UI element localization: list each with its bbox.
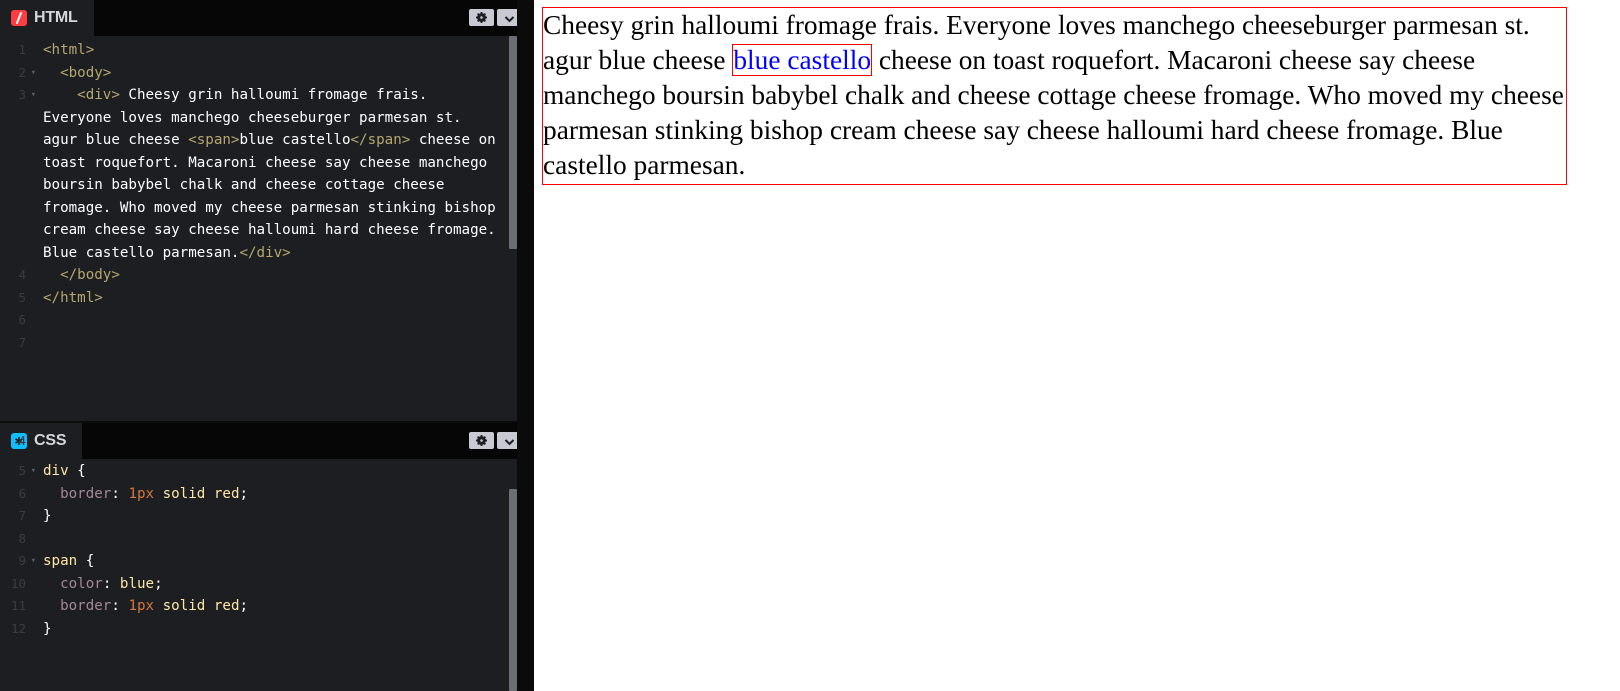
- line-number: 6: [18, 485, 26, 501]
- semicolon: ;: [239, 485, 249, 502]
- html-scrollbar[interactable]: [509, 36, 517, 421]
- fold-arrow-icon[interactable]: ▾: [31, 62, 36, 85]
- line-number: 11: [10, 598, 26, 613]
- div-text-part-2: cheese on toast roquefort. Macaroni chee…: [43, 132, 496, 261]
- code-line: 11 border: 1px solid red;: [0, 595, 534, 618]
- div-selector: div: [43, 463, 69, 479]
- body-close-tag: </body>: [60, 267, 120, 283]
- open-brace: {: [77, 553, 95, 569]
- color-value: blue: [119, 575, 155, 592]
- html-code-area[interactable]: 1 <html> 2 ▾ <body> 3 ▾ <div> Cheesy grin …: [0, 36, 534, 421]
- line-number: 1: [18, 42, 26, 57]
- html-pane-controls: [469, 9, 522, 26]
- border-property: border: [60, 598, 112, 614]
- span-open-tag: <span>: [188, 132, 240, 148]
- div-close-tag: </div>: [239, 244, 291, 261]
- code-line: 4 </body>: [0, 264, 534, 287]
- html-file-icon: [11, 10, 27, 26]
- line-number: 9: [18, 553, 26, 568]
- border-style-value: solid: [162, 485, 206, 502]
- editor-column: HTML 1 <html> 2 ▾ <body> 3 ▾ <div> Chees…: [0, 0, 534, 691]
- semicolon: ;: [154, 575, 163, 592]
- result-preview: Cheesy grin halloumi fromage frais. Ever…: [534, 0, 1620, 691]
- colon: :: [111, 598, 129, 614]
- colon: :: [102, 575, 120, 592]
- line-number: 7: [18, 508, 26, 523]
- code-line: 7: [0, 332, 534, 355]
- html-settings-button[interactable]: [469, 9, 494, 26]
- code-line: 6 border: 1px solid red;: [0, 483, 534, 506]
- preview-span: blue castello: [732, 44, 873, 76]
- css-scrollbar-thumb[interactable]: [509, 489, 517, 691]
- code-line: 8: [0, 528, 534, 551]
- html-open-tag: <html>: [43, 42, 95, 58]
- css-code-area[interactable]: 4 5 ▾ div { 6 border: 1px solid red; 7 } …: [0, 436, 534, 691]
- html-editor-pane: HTML 1 <html> 2 ▾ <body> 3 ▾ <div> Chees…: [0, 0, 534, 421]
- css-scrollbar[interactable]: [509, 459, 517, 691]
- line-number: 2: [18, 64, 26, 80]
- close-brace: }: [43, 620, 52, 637]
- code-line: 5 ▾ div {: [0, 460, 534, 483]
- line-number: 5: [18, 463, 26, 478]
- fold-arrow-icon[interactable]: ▾: [31, 460, 36, 483]
- html-tab-label: HTML: [34, 9, 78, 26]
- line-number: 4: [18, 436, 26, 446]
- code-line: 2 ▾ <body>: [0, 62, 534, 85]
- line-number: 7: [18, 334, 26, 350]
- border-width-value: 1px: [128, 598, 155, 614]
- code-line: 10 color: blue;: [0, 573, 534, 596]
- code-line: 5 </html>: [0, 287, 534, 310]
- colon: :: [111, 485, 129, 502]
- body-open-tag: <body>: [60, 64, 112, 81]
- html-close-tag: </html>: [43, 289, 103, 306]
- css-editor-pane: CSS 4 5 ▾ div {6 border: 1px solid red;…: [0, 423, 534, 691]
- chevron-down-icon: [504, 8, 515, 27]
- color-property: color: [60, 575, 103, 592]
- open-brace: {: [68, 463, 86, 479]
- code-line: 1 <html>: [0, 39, 534, 62]
- div-open-tag: <div>: [77, 87, 120, 103]
- border-property: border: [60, 485, 112, 502]
- border-color-value: red: [213, 485, 240, 502]
- close-brace: }: [43, 508, 52, 524]
- line-number: 6: [18, 312, 26, 327]
- resize-divider[interactable]: [517, 0, 534, 691]
- line-number: 8: [18, 530, 26, 546]
- code-line: 7 }: [0, 505, 534, 528]
- line-number: 3: [18, 87, 26, 102]
- code-line: 12 }: [0, 618, 534, 641]
- border-style-value: solid: [162, 598, 206, 614]
- border-width-value: 1px: [128, 485, 155, 502]
- code-line: 6: [0, 309, 534, 332]
- html-tab[interactable]: HTML: [0, 0, 94, 36]
- code-line: 9 ▾ span {: [0, 550, 534, 573]
- span-text: blue castello: [239, 132, 351, 148]
- span-selector: span: [43, 553, 78, 569]
- html-scrollbar-thumb[interactable]: [509, 36, 517, 249]
- preview-div: Cheesy grin halloumi fromage frais. Ever…: [542, 7, 1567, 185]
- line-number: 10: [10, 575, 26, 591]
- border-color-value: red: [213, 598, 240, 614]
- line-number: 4: [18, 267, 26, 282]
- span-close-tag: </span>: [350, 132, 411, 148]
- html-pane-header: HTML: [0, 0, 534, 36]
- gear-icon: [476, 8, 487, 27]
- line-number: 12: [10, 620, 26, 636]
- semicolon: ;: [239, 598, 249, 614]
- line-number: 5: [18, 289, 26, 305]
- code-line: 4: [0, 436, 534, 446]
- code-line: 3 ▾ <div> Cheesy grin halloumi fromage fr…: [0, 84, 534, 264]
- fold-arrow-icon[interactable]: ▾: [31, 550, 36, 573]
- fold-arrow-icon[interactable]: ▾: [31, 84, 36, 107]
